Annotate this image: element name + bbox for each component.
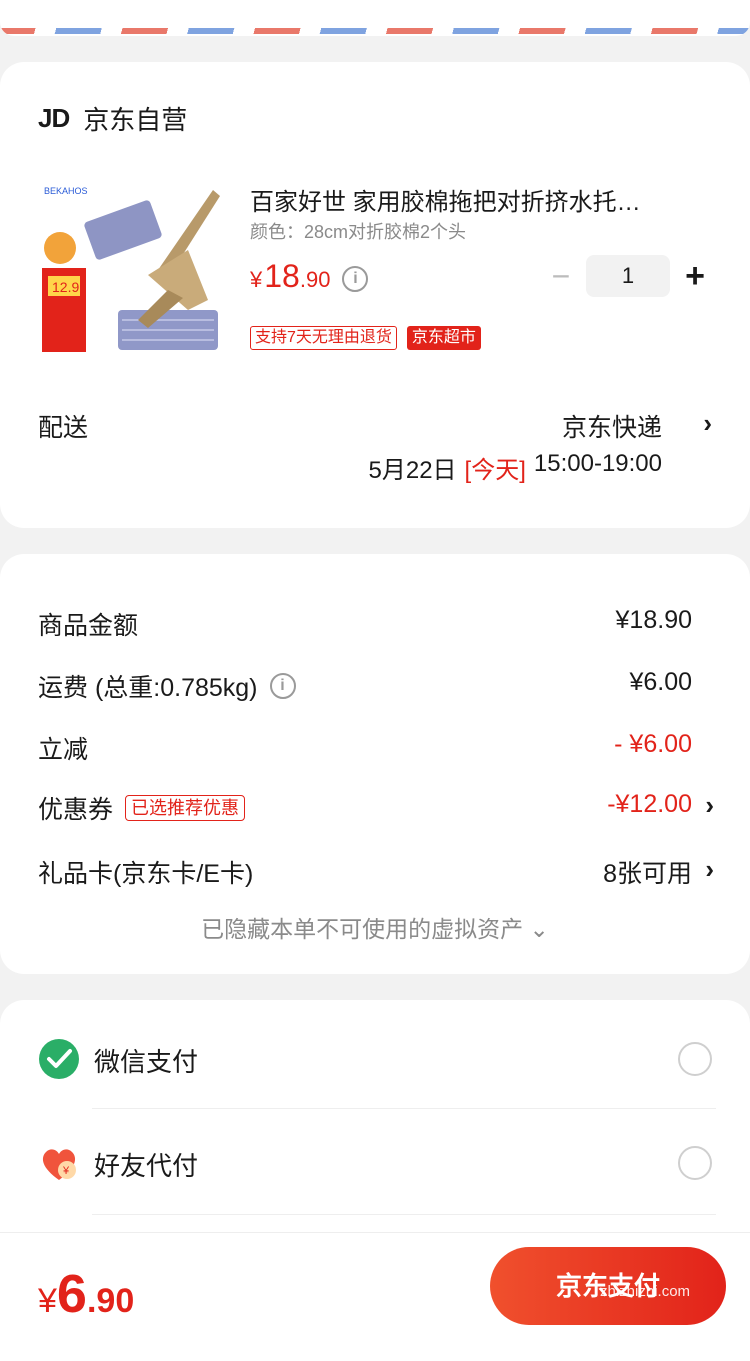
total-decimal: .90	[86, 1282, 135, 1320]
delivery-window: 15:00-19:00	[533, 450, 662, 477]
freight-label-wrap: 运费 (总重:0.785kg) i	[38, 668, 296, 704]
delivery-chevron-icon[interactable]: ›	[703, 408, 712, 439]
delivery-today: [今天]	[464, 457, 526, 484]
discount-value: - ¥6.00	[614, 730, 692, 758]
price-decimal: .90	[299, 267, 331, 292]
payment-card: 微信支付 ¥ 好友代付	[0, 1000, 750, 1260]
wechat-pay-label: 微信支付	[94, 1047, 199, 1077]
price-currency: ¥	[250, 267, 263, 292]
product-spec[interactable]: 颜色：28cm对折胶棉2个头	[250, 218, 466, 244]
product-image[interactable]: BEKAHOS 12.9	[38, 180, 228, 356]
freight-value: ¥6.00	[629, 668, 692, 696]
coupon-row[interactable]: 优惠券 已选推荐优惠 -¥12.00 ›	[38, 790, 714, 826]
return-policy-tag: 支持7天无理由退货	[250, 326, 397, 350]
wechat-pay-option[interactable]: 微信支付	[38, 1030, 714, 1090]
product-price: ¥ 18 .90 i	[250, 258, 369, 296]
product-card: JD 京东自营 BEKAHOS 12.9 百家好世 家用胶棉拖把对折挤水托… 颜	[0, 62, 750, 528]
jd-logo: JD	[38, 103, 70, 133]
shop-name: 京东自营	[83, 105, 188, 135]
delivery-method[interactable]: 京东快递	[562, 408, 662, 444]
order-total: ¥ 6 .90	[38, 1263, 134, 1325]
payment-divider	[92, 1214, 716, 1215]
delivery-date: 5月22日	[368, 457, 457, 484]
total-currency: ¥	[38, 1282, 57, 1320]
envelope-stripe	[0, 0, 750, 36]
friend-pay-heart-icon: ¥	[42, 1149, 76, 1180]
summary-card: 商品金额 ¥18.90 运费 (总重:0.785kg) i ¥6.00 立减 -…	[0, 554, 750, 974]
coupon-chevron-icon[interactable]: ›	[705, 790, 714, 821]
giftcard-row[interactable]: 礼品卡(京东卡/E卡) 8张可用 ›	[38, 854, 714, 890]
brand-badge: BEKAHOS	[42, 182, 88, 200]
delivery-time[interactable]: 5月22日 [今天] 15:00-19:00	[369, 450, 663, 485]
coupon-label: 优惠券	[38, 796, 114, 824]
giftcard-label: 礼品卡(京东卡/E卡)	[38, 860, 254, 888]
envelope-dashes	[0, 28, 750, 34]
product-tags: 支持7天无理由退货 京东超市	[250, 326, 481, 350]
coupon-value: -¥12.00	[607, 790, 692, 818]
info-icon[interactable]: i	[342, 266, 369, 292]
discount-label: 立减	[38, 736, 89, 764]
svg-text:¥: ¥	[62, 1165, 70, 1177]
freight-label: 运费 (总重:0.785kg)	[38, 674, 258, 702]
coupon-label-wrap: 优惠券 已选推荐优惠	[38, 790, 246, 826]
increase-button[interactable]: +	[680, 259, 710, 293]
svg-text:BEKAHOS: BEKAHOS	[44, 186, 88, 196]
wechat-pay-icon	[39, 1039, 79, 1079]
decrease-button[interactable]: −	[546, 260, 576, 292]
freight-row: 运费 (总重:0.785kg) i ¥6.00	[38, 668, 714, 704]
quantity-value[interactable]: 1	[586, 255, 670, 297]
coupon-tag: 已选推荐优惠	[125, 795, 246, 821]
payment-divider	[92, 1108, 716, 1109]
freight-info-icon[interactable]: i	[269, 673, 296, 699]
price-integer: 18	[264, 258, 300, 294]
shop-header[interactable]: JD 京东自营	[38, 100, 187, 137]
checkout-bar: ¥ 6 .90 京东支付 zhizhizhi.com	[0, 1232, 750, 1361]
goods-amount-label: 商品金额	[38, 612, 139, 640]
svg-text:12.9: 12.9	[52, 279, 79, 295]
giftcard-chevron-icon[interactable]: ›	[705, 854, 714, 885]
wechat-pay-radio[interactable]	[678, 1042, 712, 1076]
goods-amount-value: ¥18.90	[615, 606, 692, 634]
giftcard-value: 8张可用	[603, 860, 692, 888]
delivery-label: 配送	[38, 414, 89, 442]
product-title[interactable]: 百家好世 家用胶棉拖把对折挤水托…	[250, 182, 710, 217]
watermark: zhizhizhi.com	[600, 1283, 691, 1300]
quantity-stepper: − 1 +	[546, 255, 710, 297]
hidden-assets-toggle[interactable]: 已隐藏本单不可使用的虚拟资产 ⌄	[0, 910, 750, 944]
friend-pay-radio[interactable]	[678, 1146, 712, 1180]
goods-amount-row: 商品金额 ¥18.90	[38, 606, 714, 642]
total-integer: 6	[56, 1264, 87, 1324]
discount-row: 立减 - ¥6.00	[38, 730, 714, 766]
jd-supermarket-tag: 京东超市	[406, 326, 481, 350]
friend-pay-label: 好友代付	[94, 1151, 199, 1181]
friend-pay-option[interactable]: ¥ 好友代付	[38, 1134, 714, 1194]
